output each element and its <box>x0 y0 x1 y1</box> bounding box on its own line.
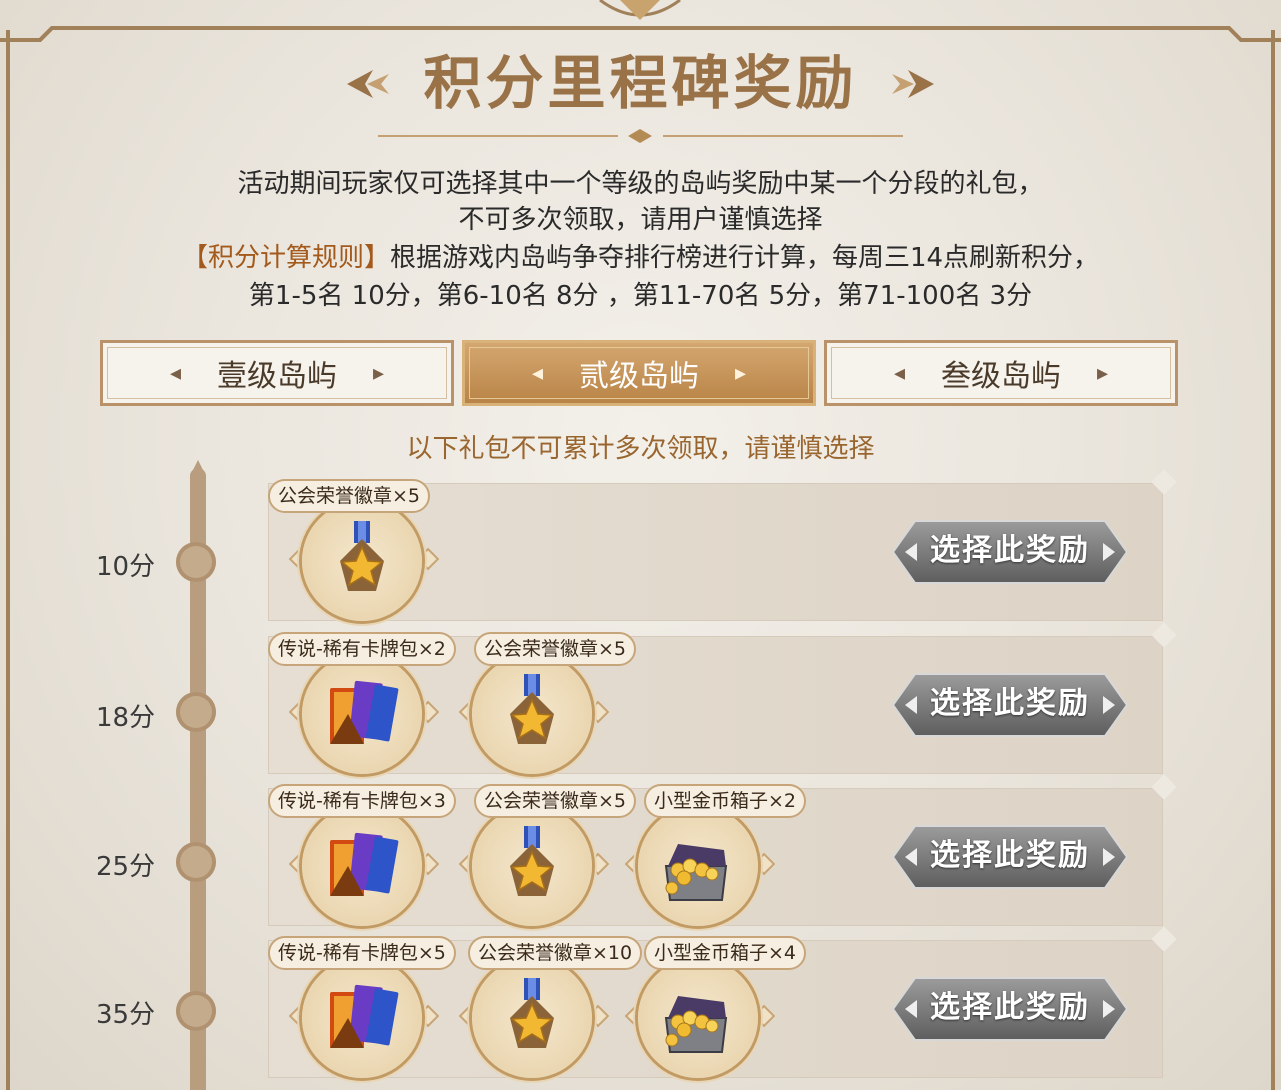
reward-item: 传说-稀有卡牌包×5 <box>268 936 456 1086</box>
timeline-node <box>176 991 216 1031</box>
item-name-tag: 传说-稀有卡牌包×3 <box>268 784 456 818</box>
row-corner-cut <box>1151 469 1177 495</box>
tier-score: 25分 <box>96 852 156 882</box>
tier-score: 18分 <box>96 703 156 733</box>
reward-panel: 积分里程碑奖励 活动期间玩家仅可选择其中一个等级的岛屿奖励中某一个分段的礼包， … <box>0 0 1281 1090</box>
select-reward-button[interactable]: 选择此奖励 <box>891 672 1129 738</box>
title-underline-ornament <box>378 129 903 143</box>
reward-row: 传说-稀有卡牌包×2 公会荣誉徽章×5 选择此奖励 <box>268 622 1177 774</box>
card-pack-icon <box>330 680 399 744</box>
page-title: 积分里程碑奖励 <box>423 49 858 117</box>
medal-icon <box>510 674 554 744</box>
rule-label: 【积分计算规则】 <box>181 243 390 273</box>
tab-label: 叁级岛屿 <box>941 359 1061 394</box>
chevron-left-icon: ◂ <box>169 360 181 386</box>
gold-chest-icon <box>664 844 728 901</box>
reward-item: 传说-稀有卡牌包×3 <box>268 784 456 934</box>
medal-icon <box>510 978 554 1048</box>
timeline-node <box>176 842 216 882</box>
item-name-tag: 公会荣誉徽章×10 <box>468 936 643 970</box>
tier-score: 10分 <box>96 552 156 582</box>
row-corner-cut <box>1151 622 1177 648</box>
reward-item: 公会荣誉徽章×10 <box>458 936 643 1086</box>
item-name-tag: 传说-稀有卡牌包×2 <box>268 632 456 666</box>
row-corner-cut <box>1151 774 1177 800</box>
reward-item: 小型金币箱子×2 <box>624 784 807 934</box>
button-label: 选择此奖励 <box>930 686 1090 721</box>
medal-icon <box>510 826 554 896</box>
description-line-4: 第1-5名 10分，第6-10名 8分 ，第11-70名 5分，第71-100名… <box>248 281 1033 311</box>
card-pack-icon <box>330 832 399 896</box>
reward-item: 公会荣誉徽章×5 <box>458 784 638 934</box>
reward-item: 公会荣誉徽章×5 <box>268 479 440 629</box>
timeline-node <box>176 692 216 732</box>
reward-row: 传说-稀有卡牌包×3 公会荣誉徽章×5 小型金币箱子×2 选择此奖励 <box>268 774 1177 926</box>
item-name-tag: 小型金币箱子×2 <box>644 784 807 818</box>
reward-row: 公会荣誉徽章×5 选择此奖励 <box>268 469 1177 621</box>
description-line-1: 活动期间玩家仅可选择其中一个等级的岛屿奖励中某一个分段的礼包， <box>237 169 1044 199</box>
item-name-tag: 小型金币箱子×4 <box>644 936 807 970</box>
rule-text: 根据游戏内岛屿争夺排行榜进行计算，每周三14点刷新积分， <box>389 243 1100 273</box>
select-reward-button[interactable]: 选择此奖励 <box>891 824 1129 890</box>
description-rule-line: 【积分计算规则】根据游戏内岛屿争夺排行榜进行计算，每周三14点刷新积分， <box>0 240 1281 276</box>
button-label: 选择此奖励 <box>930 838 1090 873</box>
select-reward-button[interactable]: 选择此奖励 <box>891 976 1129 1042</box>
frame-top-ornament <box>0 0 1281 42</box>
select-reward-button[interactable]: 选择此奖励 <box>891 519 1129 585</box>
medal-icon <box>340 521 384 591</box>
description-line-2: 不可多次领取，请用户谨慎选择 <box>458 205 823 235</box>
row-corner-cut <box>1151 926 1177 952</box>
timeline-node <box>176 542 216 582</box>
item-name-tag: 公会荣誉徽章×5 <box>474 784 637 818</box>
tab-label: 贰级岛屿 <box>579 359 699 394</box>
chevron-right-icon: ▸ <box>373 360 385 386</box>
gold-chest-icon <box>664 996 728 1053</box>
chevron-left-icon: ◂ <box>531 360 543 386</box>
item-name-tag: 传说-稀有卡牌包×5 <box>268 936 456 970</box>
chevron-right-icon: ▸ <box>1097 360 1109 386</box>
button-label: 选择此奖励 <box>930 990 1090 1025</box>
reward-item: 传说-稀有卡牌包×2 <box>268 632 456 782</box>
title-arrow-right-icon <box>892 70 934 98</box>
chevron-right-icon: ▸ <box>735 360 747 386</box>
button-label: 选择此奖励 <box>930 533 1090 568</box>
tab-level-1-island[interactable]: ◂ 壹级岛屿 ▸ <box>100 340 454 406</box>
reward-row: 传说-稀有卡牌包×5 公会荣誉徽章×10 小型金币箱子×4 选择此奖励 <box>268 926 1177 1078</box>
tab-level-2-island[interactable]: ◂ 贰级岛屿 ▸ <box>462 340 816 406</box>
tier-score: 35分 <box>96 1000 156 1030</box>
tab-label: 壹级岛屿 <box>217 359 337 394</box>
item-name-tag: 公会荣誉徽章×5 <box>268 479 431 513</box>
item-name-tag: 公会荣誉徽章×5 <box>474 632 637 666</box>
reward-item: 小型金币箱子×4 <box>624 936 807 1086</box>
card-pack-icon <box>330 984 399 1048</box>
chevron-left-icon: ◂ <box>893 360 905 386</box>
reward-item: 公会荣誉徽章×5 <box>458 632 638 782</box>
tab-level-3-island[interactable]: ◂ 叁级岛屿 ▸ <box>824 340 1178 406</box>
